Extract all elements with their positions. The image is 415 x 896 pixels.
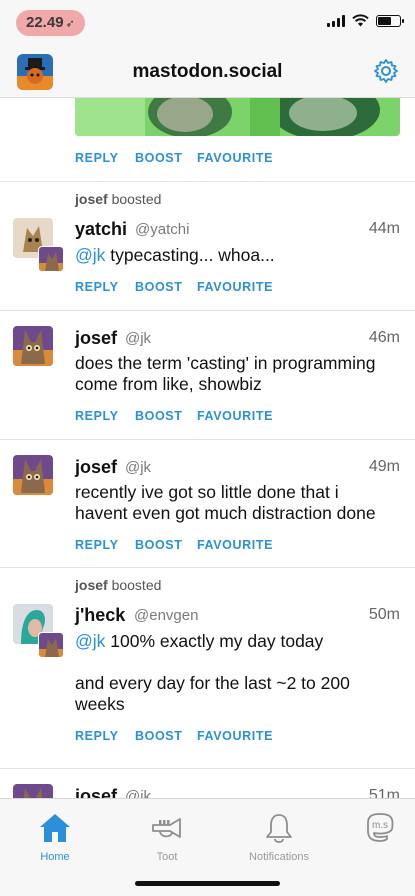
post-actions: REPLY BOOST FAVOURITE: [75, 729, 273, 743]
boost-button[interactable]: BOOST: [135, 538, 197, 552]
post-content: recently ive got so little done that i h…: [75, 482, 376, 523]
status-post[interactable]: josef boosted yatchi @yatchi 44m @jk typ…: [0, 182, 415, 311]
timeline[interactable]: REPLY BOOST FAVOURITE josef boosted yatc…: [0, 98, 415, 798]
reply-button[interactable]: REPLY: [75, 729, 135, 743]
avatar[interactable]: [13, 326, 53, 366]
tab-notifications[interactable]: Notifications: [229, 805, 329, 863]
tab-toot[interactable]: Toot: [117, 805, 217, 863]
mention-link[interactable]: @jk: [75, 631, 105, 651]
user-handle: @yatchi: [135, 221, 190, 238]
post-fragment: REPLY BOOST FAVOURITE: [0, 98, 415, 182]
trumpet-icon: [152, 818, 181, 838]
post-time: 50m: [368, 606, 400, 623]
boosted-label: boosted: [111, 191, 162, 207]
post-paragraph: and every day for the last ~2 to 200 wee…: [75, 673, 350, 714]
reply-button[interactable]: REPLY: [75, 280, 135, 294]
reply-button[interactable]: REPLY: [75, 538, 135, 552]
post-content: @jk 100% exactly my day today: [75, 631, 395, 652]
status-bar: 22.49 ➶: [0, 0, 415, 46]
post-actions: REPLY BOOST FAVOURITE: [75, 151, 273, 165]
status-time: 22.49 ➶: [16, 10, 85, 36]
booster-name[interactable]: josef: [75, 191, 108, 207]
post-time: 46m: [368, 329, 400, 346]
page-title: mastodon.social: [132, 61, 283, 82]
user-handle: @jk: [125, 330, 152, 347]
post-actions: REPLY BOOST FAVOURITE: [75, 538, 273, 552]
user-handle: @envgen: [134, 607, 199, 624]
status-post[interactable]: josef @jk 49m recently ive got so little…: [0, 440, 415, 568]
favourite-button[interactable]: FAVOURITE: [197, 151, 273, 165]
booster-name[interactable]: josef: [75, 577, 108, 593]
user-handle: @jk: [125, 459, 152, 476]
post-time: 44m: [368, 220, 400, 237]
favourite-button[interactable]: FAVOURITE: [197, 409, 273, 423]
gear-icon[interactable]: [373, 58, 399, 84]
mastodon-logo-icon: m.s: [367, 813, 394, 842]
status-post[interactable]: josef @jk 46m does the term 'casting' in…: [0, 311, 415, 440]
boost-button[interactable]: BOOST: [135, 151, 197, 165]
tab-instance[interactable]: m.s: [330, 805, 415, 861]
reply-button[interactable]: REPLY: [75, 151, 135, 165]
post-text: typecasting... whoa...: [105, 245, 275, 265]
boost-indicator: josef boosted: [75, 191, 161, 207]
location-arrow-icon: ➶: [65, 18, 75, 30]
post-actions: REPLY BOOST FAVOURITE: [75, 409, 273, 423]
favourite-button[interactable]: FAVOURITE: [197, 729, 273, 743]
display-name[interactable]: j'heck: [75, 605, 125, 626]
home-icon: [40, 814, 70, 842]
display-name[interactable]: josef: [75, 457, 117, 478]
post-time: 49m: [368, 458, 400, 475]
post-text: 100% exactly my day today: [105, 631, 324, 651]
boost-indicator: josef boosted: [75, 577, 161, 593]
status-indicators: [327, 14, 404, 27]
post-content: does the term 'casting' in programming c…: [75, 353, 376, 394]
display-name[interactable]: yatchi: [75, 219, 127, 240]
user-handle: @jk: [125, 788, 152, 798]
nav-bar: mastodon.social: [0, 46, 415, 98]
tab-notifications-label: Notifications: [249, 851, 309, 863]
boost-button[interactable]: BOOST: [135, 409, 197, 423]
home-indicator: [135, 881, 280, 886]
tab-toot-label: Toot: [156, 851, 178, 863]
battery-icon: [376, 14, 404, 27]
boost-button[interactable]: BOOST: [135, 729, 197, 743]
boosted-label: boosted: [111, 577, 162, 593]
cellular-signal-icon: [327, 14, 345, 27]
avatar[interactable]: [13, 784, 53, 798]
avatar[interactable]: [13, 455, 53, 495]
status-time-text: 22.49: [26, 14, 64, 31]
post-actions: REPLY BOOST FAVOURITE: [75, 280, 273, 294]
mention-link[interactable]: @jk: [75, 245, 105, 265]
svg-text:m.s: m.s: [372, 820, 388, 831]
display-name[interactable]: josef: [75, 328, 117, 349]
status-post[interactable]: josef boosted j'heck @envgen 50m @jk 100…: [0, 568, 415, 769]
tab-home[interactable]: Home: [5, 805, 105, 863]
reply-button[interactable]: REPLY: [75, 409, 135, 423]
booster-avatar[interactable]: [38, 246, 64, 272]
display-name[interactable]: josef: [75, 786, 117, 798]
post-media-image[interactable]: [75, 98, 400, 136]
tab-home-label: Home: [40, 851, 70, 863]
favourite-button[interactable]: FAVOURITE: [197, 538, 273, 552]
favourite-button[interactable]: FAVOURITE: [197, 280, 273, 294]
status-post[interactable]: josef @jk 51m: [0, 769, 415, 798]
boost-button[interactable]: BOOST: [135, 280, 197, 294]
post-content: @jk typecasting... whoa...: [75, 245, 395, 266]
post-time: 51m: [368, 787, 400, 798]
booster-avatar[interactable]: [38, 632, 64, 658]
bell-icon: [266, 814, 292, 843]
wifi-icon: [352, 14, 369, 27]
